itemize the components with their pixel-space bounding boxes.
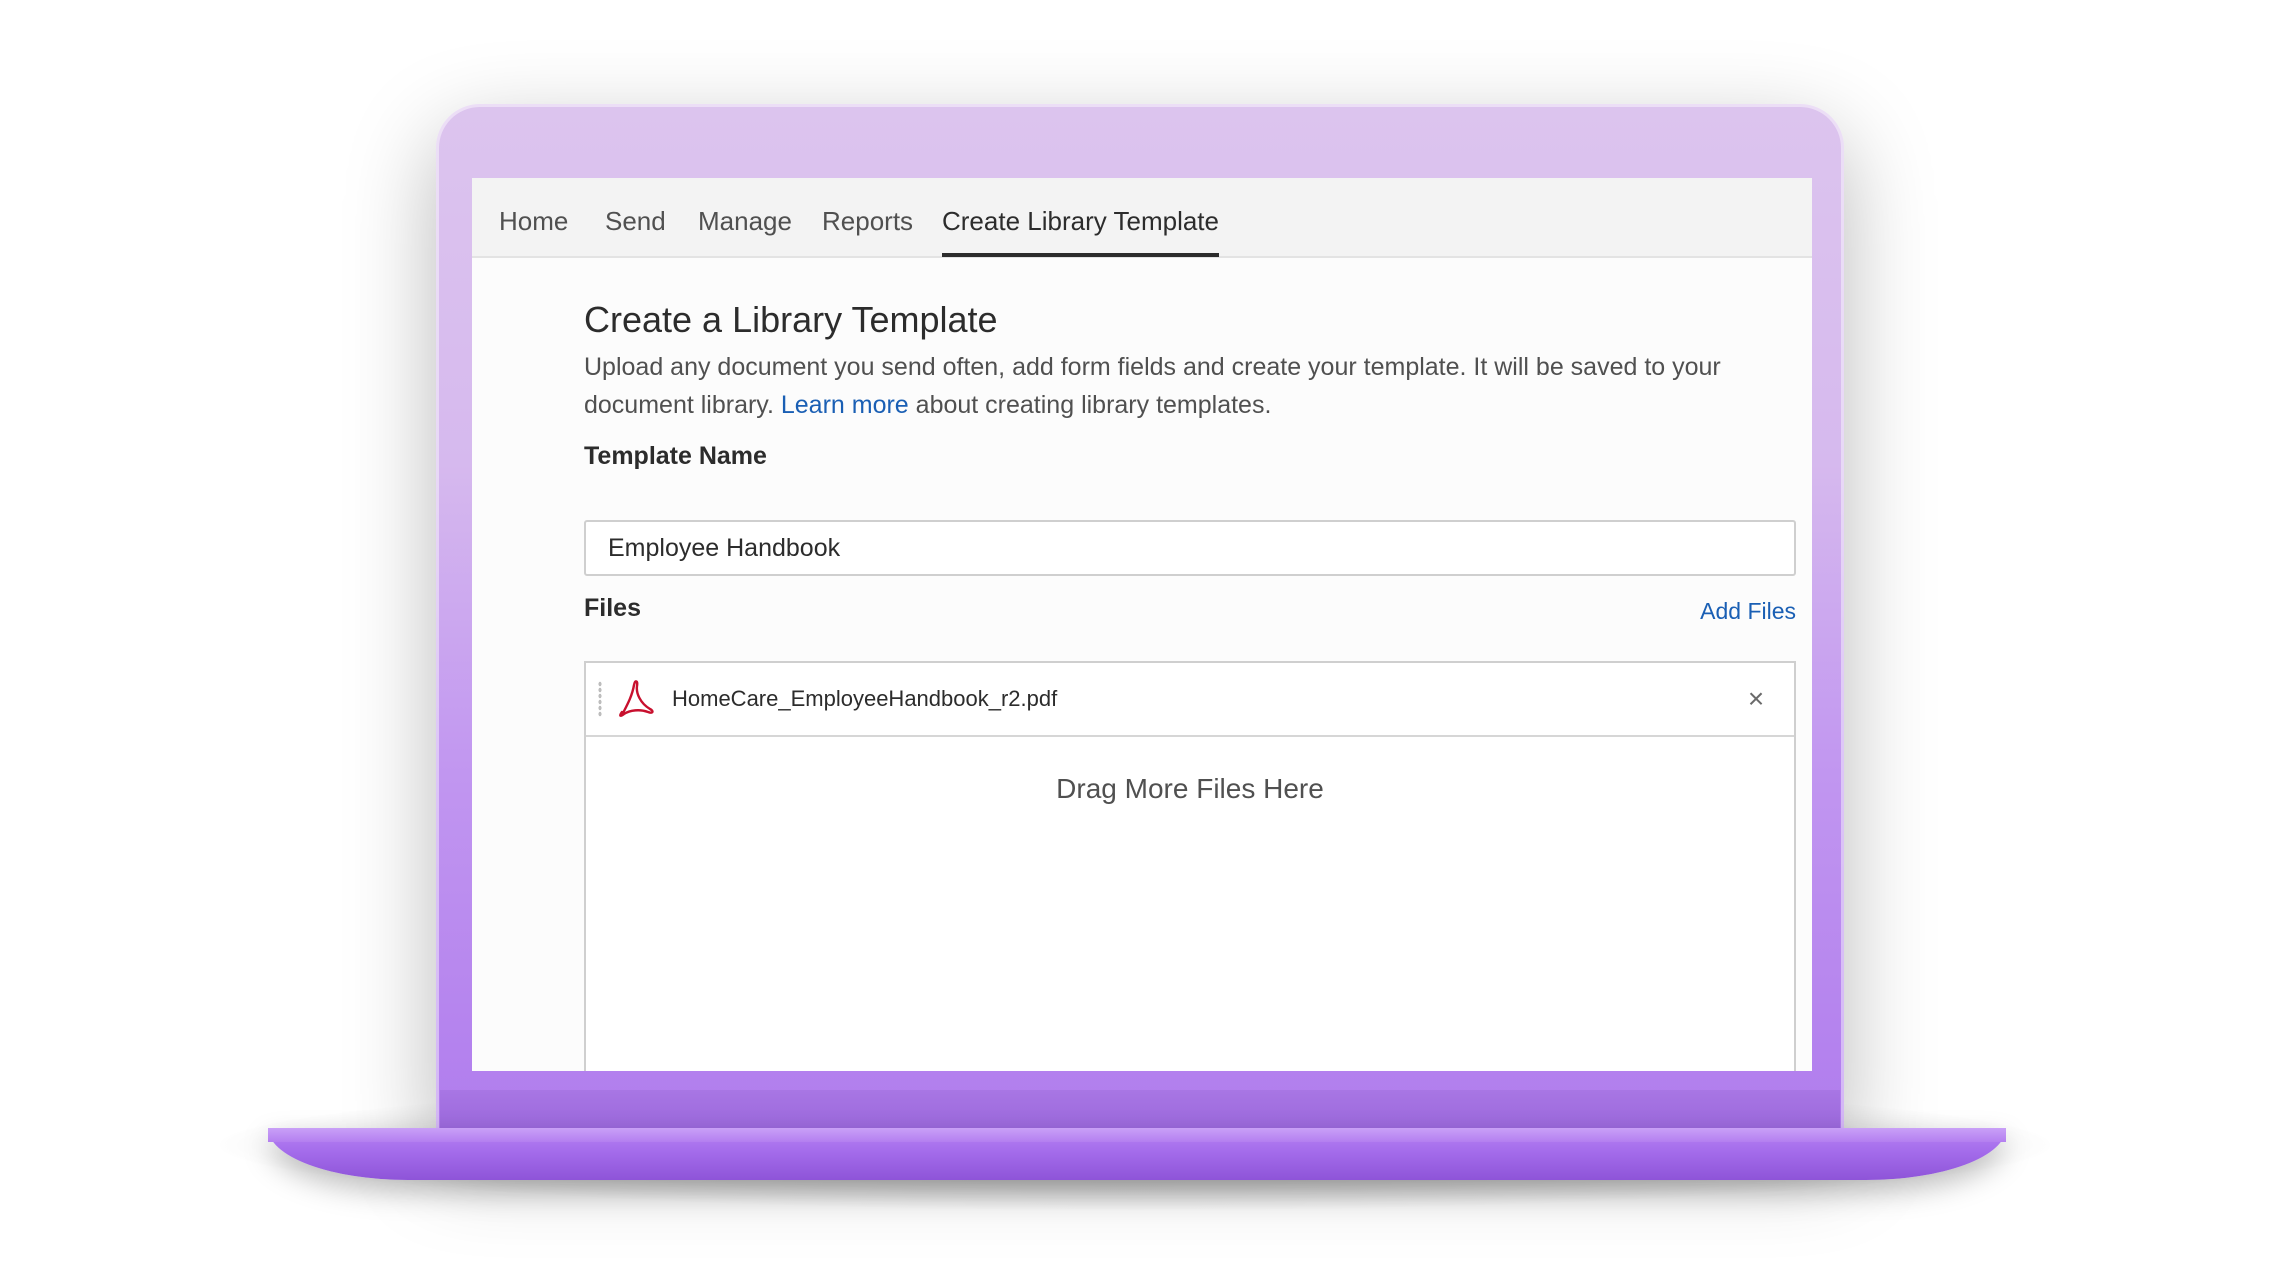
page-description: Upload any document you send often, add … [584, 348, 1799, 424]
top-nav: Home Send Manage Reports Create Library … [472, 178, 1812, 258]
description-text-end: about creating library templates. [915, 391, 1272, 419]
pdf-icon [619, 680, 654, 717]
drop-zone[interactable]: Drag More Files Here [586, 737, 1794, 1071]
page-title: Create a Library Template [584, 299, 998, 340]
template-name-label: Template Name [584, 442, 767, 470]
laptop-hinge [440, 1090, 1840, 1130]
file-row[interactable]: HomeCare_EmployeeHandbook_r2.pdf × [586, 663, 1794, 737]
files-label: Files [584, 594, 641, 622]
template-name-input[interactable] [584, 520, 1796, 576]
tab-create-library-template[interactable]: Create Library Template [942, 178, 1219, 257]
tab-send[interactable]: Send [605, 178, 666, 256]
tab-home[interactable]: Home [499, 178, 568, 256]
stage: Home Send Manage Reports Create Library … [0, 0, 2274, 1280]
tab-manage[interactable]: Manage [698, 178, 792, 256]
file-name: HomeCare_EmployeeHandbook_r2.pdf [672, 686, 1058, 711]
learn-more-link[interactable]: Learn more [781, 391, 909, 419]
drop-zone-text: Drag More Files Here [1056, 773, 1324, 804]
remove-file-icon[interactable]: × [1740, 683, 1772, 715]
app-screen: Home Send Manage Reports Create Library … [472, 178, 1812, 1071]
drag-handle-icon[interactable] [598, 681, 602, 717]
tab-reports[interactable]: Reports [822, 178, 913, 256]
add-files-link[interactable]: Add Files [1700, 598, 1796, 625]
files-list: HomeCare_EmployeeHandbook_r2.pdf × Drag … [584, 661, 1796, 1071]
laptop-base-edge [268, 1128, 2006, 1142]
